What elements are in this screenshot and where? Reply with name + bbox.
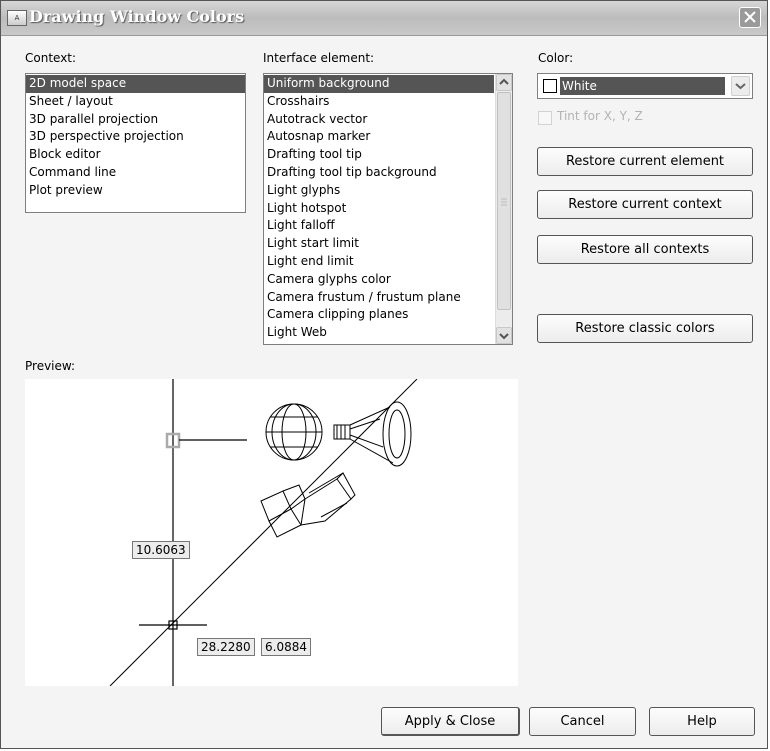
chevron-up-icon [499,78,509,85]
grip-icon [501,198,507,206]
preview-label: Preview: [25,359,76,373]
color-selection-highlight: White [560,77,725,95]
close-icon [744,11,756,23]
restore-current-context-button[interactable]: Restore current context [537,190,753,219]
preview-pane: 10.6063 28.2280 6.0884 [25,379,518,686]
context-list-item[interactable]: 3D parallel projection [26,111,245,129]
dialog-window: A Drawing Window Colors Context: 2D mode… [0,0,768,749]
interface-element-list-item[interactable]: Camera clipping planes [264,306,494,324]
chevron-down-icon [735,83,746,90]
color-combobox[interactable]: White [537,73,753,99]
interface-element-list-item[interactable]: Light start limit [264,235,494,253]
interface-element-list-item[interactable]: Light glyphs [264,182,494,200]
context-label: Context: [25,51,77,65]
cancel-button[interactable]: Cancel [529,707,636,736]
scroll-down-button[interactable] [496,327,512,344]
color-swatch [543,79,557,93]
context-list-item[interactable]: Sheet / layout [26,93,245,111]
context-list-item[interactable]: Command line [26,164,245,182]
app-icon: A [7,10,27,26]
dimension-angle-value: 6.0884 [261,638,311,656]
interface-element-list-item[interactable]: Light Web [264,324,494,342]
interface-element-label: Interface element: [263,51,375,65]
context-list-item[interactable]: 3D perspective projection [26,128,245,146]
restore-current-element-button[interactable]: Restore current element [537,147,753,176]
interface-element-list-item[interactable]: Camera glyphs color [264,271,494,289]
chevron-down-icon [499,333,509,340]
context-list-item[interactable]: Plot preview [26,182,245,200]
interface-element-list-item[interactable]: Crosshairs [264,93,494,111]
interface-element-list-item[interactable]: Light hotspot [264,200,494,218]
interface-element-list-item[interactable]: Autotrack vector [264,111,494,129]
restore-classic-colors-button[interactable]: Restore classic colors [537,314,753,343]
color-label: Color: [538,51,574,65]
interface-element-list-item[interactable]: Uniform background [264,75,494,93]
interface-element-list-item[interactable]: Autosnap marker [264,128,494,146]
interface-element-list-item[interactable]: Drafting tool tip background [264,164,494,182]
context-listbox[interactable]: 2D model space Sheet / layout 3D parallel … [25,73,246,213]
close-button[interactable] [739,7,761,28]
interface-element-list-item[interactable]: Drafting tool tip [264,146,494,164]
tint-checkbox[interactable] [538,111,552,125]
window-title: Drawing Window Colors [29,7,245,26]
apply-close-button[interactable]: Apply & Close [381,707,520,736]
interface-element-list-item[interactable]: Light end limit [264,253,494,271]
color-value: White [562,79,597,93]
help-button[interactable]: Help [649,707,755,736]
scroll-up-button[interactable] [496,74,512,91]
context-list-item[interactable]: 2D model space [26,75,245,93]
element-scrollbar[interactable] [495,74,512,344]
tint-label: Tint for X, Y, Z [557,109,643,123]
restore-all-contexts-button[interactable]: Restore all contexts [537,235,753,264]
interface-element-list-item[interactable]: Light falloff [264,217,494,235]
dimension-distance-value: 28.2280 [197,638,255,656]
title-bar: A Drawing Window Colors [1,1,767,36]
color-dropdown-button[interactable] [731,76,750,96]
interface-element-list-item[interactable]: Camera frustum / frustum plane [264,289,494,307]
context-list-item[interactable]: Block editor [26,146,245,164]
interface-element-listbox[interactable]: Uniform background Crosshairs Autotrack ve… [263,73,513,345]
scroll-thumb[interactable] [497,92,511,310]
dimension-vertical-value: 10.6063 [132,541,190,559]
